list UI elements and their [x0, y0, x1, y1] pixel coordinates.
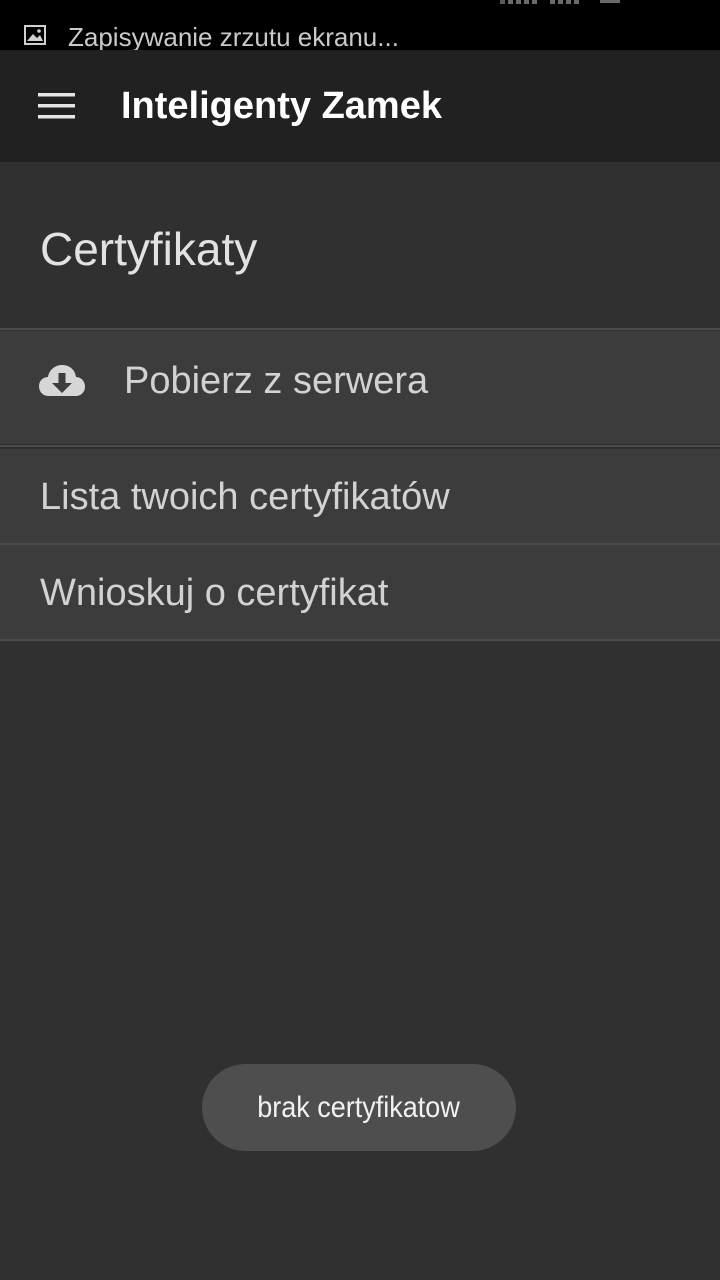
image-icon	[24, 25, 46, 45]
menu-item-request-certificate-label: Wnioskuj o certyfikat	[40, 572, 389, 614]
toast-message: brak certyfikatow	[202, 1064, 516, 1151]
section-header: Certyfikaty	[0, 162, 720, 328]
menu-item-certificate-list-label: Lista twoich certyfikatów	[40, 476, 450, 518]
app-bar: Inteligenty Zamek	[0, 50, 720, 162]
app-title: Inteligenty Zamek	[121, 85, 442, 127]
hamburger-menu-icon	[38, 93, 75, 119]
toast-text: brak certyfikatow	[257, 1090, 461, 1124]
divider	[0, 328, 720, 330]
hamburger-menu-button[interactable]	[28, 82, 84, 130]
cloud-download-icon	[39, 365, 85, 396]
section-title: Certyfikaty	[40, 223, 258, 275]
battery-icon	[600, 0, 620, 3]
menu-item-certificate-list[interactable]: Lista twoich certyfikatów	[0, 449, 720, 543]
status-notification-text: Zapisywanie zrzutu ekranu...	[68, 22, 399, 52]
status-bar: Zapisywanie zrzutu ekranu...	[0, 0, 720, 52]
signal-icon	[500, 0, 579, 4]
menu-item-download-label: Pobierz z serwera	[124, 360, 429, 402]
divider	[0, 639, 720, 641]
screen: Zapisywanie zrzutu ekranu... Inteligenty…	[0, 0, 720, 1280]
menu-item-request-certificate[interactable]: Wnioskuj o certyfikat	[0, 545, 720, 639]
divider	[0, 445, 720, 447]
